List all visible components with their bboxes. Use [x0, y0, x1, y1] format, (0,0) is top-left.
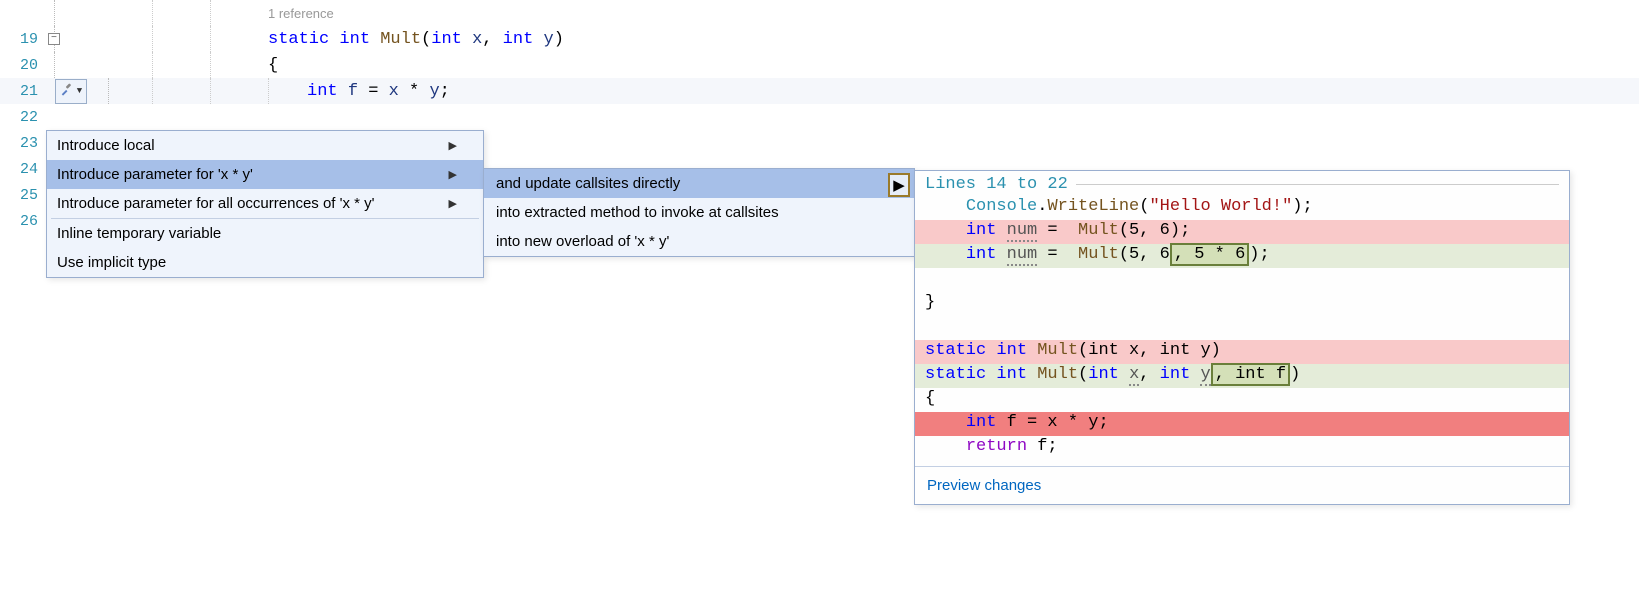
- preview-header-text: Lines 14 to 22: [925, 175, 1068, 194]
- preview-changes-link[interactable]: Preview changes: [915, 466, 1569, 504]
- menu-use-implicit-type[interactable]: Use implicit type: [47, 248, 483, 277]
- submenu-arrow-icon: ▶: [449, 139, 457, 152]
- menu-introduce-local[interactable]: Introduce local ▶: [47, 131, 483, 160]
- menu-item-label: Introduce parameter for 'x * y': [57, 166, 253, 183]
- menu-item-label: Inline temporary variable: [57, 225, 221, 242]
- menu-item-label: Introduce local: [57, 137, 155, 154]
- menu-item-label: Introduce parameter for all occurrences …: [57, 195, 375, 212]
- preview-line: Console.WriteLine("Hello World!");: [915, 196, 1569, 220]
- preview-line: [915, 268, 1569, 292]
- preview-line-added: static int Mult(int x, int y, int f): [915, 364, 1569, 388]
- menu-item-label: and update callsites directly: [496, 175, 680, 192]
- menu-item-label: into new overload of 'x * y': [496, 233, 669, 250]
- line-number-20: 20: [0, 57, 44, 74]
- submenu-arrow-icon: ▶: [449, 197, 457, 210]
- menu-introduce-parameter[interactable]: Introduce parameter for 'x * y' ▶: [47, 160, 483, 189]
- submenu-extracted-method[interactable]: into extracted method to invoke at calls…: [484, 198, 914, 227]
- preview-footer-label: Preview changes: [927, 477, 1041, 494]
- preview-line-removed: static int Mult(int x, int y): [915, 340, 1569, 364]
- line-number-22: 22: [0, 109, 44, 126]
- quick-actions-submenu: and update callsites directly ▶ into ext…: [483, 168, 915, 257]
- line-number-24: 24: [0, 161, 44, 178]
- code-line-21[interactable]: int f = x * y;: [152, 82, 450, 101]
- submenu-new-overload[interactable]: into new overload of 'x * y': [484, 227, 914, 256]
- line-number-26: 26: [0, 213, 44, 230]
- preview-line: return f;: [915, 436, 1569, 460]
- menu-item-label: Use implicit type: [57, 254, 166, 271]
- preview-body: Console.WriteLine("Hello World!"); int n…: [915, 196, 1569, 466]
- dropdown-caret-icon: ▼: [77, 86, 82, 96]
- code-line-20[interactable]: {: [152, 56, 278, 75]
- codelens-references[interactable]: 1 reference: [152, 6, 334, 21]
- preview-line-removed: int num = Mult(5, 6);: [915, 220, 1569, 244]
- submenu-arrow-icon: ▶: [449, 168, 457, 181]
- preview-line: }: [915, 292, 1569, 316]
- submenu-update-callsites[interactable]: and update callsites directly ▶: [484, 169, 914, 198]
- quick-actions-button[interactable]: ▼: [55, 79, 87, 104]
- menu-item-label: into extracted method to invoke at calls…: [496, 204, 779, 221]
- line-number-21: 21: [0, 83, 44, 100]
- line-number-19: 19: [0, 31, 44, 48]
- menu-introduce-parameter-all[interactable]: Introduce parameter for all occurrences …: [47, 189, 483, 218]
- line-number-25: 25: [0, 187, 44, 204]
- line-number-23: 23: [0, 135, 44, 152]
- preview-header: Lines 14 to 22: [915, 171, 1569, 196]
- preview-line: [915, 316, 1569, 340]
- quick-actions-menu: Introduce local ▶ Introduce parameter fo…: [46, 130, 484, 278]
- code-line-19[interactable]: static int Mult(int x, int y): [152, 30, 564, 49]
- preview-line: {: [915, 388, 1569, 412]
- preview-expand-icon[interactable]: ▶: [888, 173, 910, 197]
- menu-inline-temp[interactable]: Inline temporary variable: [47, 219, 483, 248]
- fold-toggle-icon[interactable]: −: [48, 33, 60, 45]
- screwdriver-icon: [60, 82, 74, 101]
- preview-panel: Lines 14 to 22 Console.WriteLine("Hello …: [914, 170, 1570, 505]
- preview-line-removed-strong: int f = x * y;: [915, 412, 1569, 436]
- preview-line-added: int num = Mult(5, 6, 5 * 6);: [915, 244, 1569, 268]
